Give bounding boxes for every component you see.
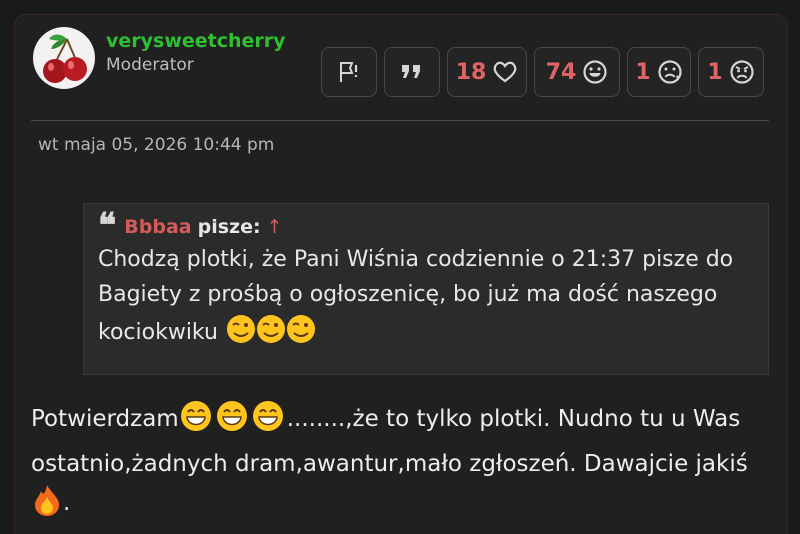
report-button[interactable] [321,47,377,97]
post-text-start: Potwierdzam [31,406,179,432]
quote-mark-icon: ❝ [98,206,117,246]
quote-text: Chodzą plotki, że Pani Wiśnia codziennie… [98,242,754,357]
username[interactable]: verysweetcherry [106,30,286,52]
header-divider [31,120,769,121]
smile-icon [582,59,608,85]
reaction-count: 74 [545,59,577,85]
user-rank: Moderator [106,55,194,75]
grin-emoji-icon [179,399,287,445]
sad-tear-icon [657,59,683,85]
quote-button[interactable] [384,47,440,97]
quote-source-link[interactable]: ↑ [267,216,283,238]
post-container: verysweetcherry Moderator 18 74 1 1 wt m… [14,14,788,534]
post-text-end: . [63,490,71,516]
fire-emoji-icon [31,483,63,529]
quote-says-label: pisze: [197,216,261,238]
quote-body: Chodzą plotki, że Pani Wiśnia codziennie… [98,247,734,345]
heart-icon [492,60,518,84]
flag-icon [336,59,362,85]
reaction-angry-button[interactable]: 1 [698,47,764,97]
reaction-sad-button[interactable]: 1 [627,47,691,97]
reaction-heart-button[interactable]: 18 [447,47,527,97]
quote-header: ❝ Bbbaa pisze: ↑ [98,206,754,246]
angry-icon [729,59,755,85]
quote-author[interactable]: Bbbaa [124,216,191,238]
reaction-count: 1 [635,59,651,85]
post-date: wt maja 05, 2026 10:44 pm [38,135,275,155]
quote-block: ❝ Bbbaa pisze: ↑ Chodzą plotki, że Pani … [83,203,769,375]
reaction-count: 18 [455,59,487,85]
reaction-smile-button[interactable]: 74 [534,47,620,97]
reaction-count: 1 [707,59,723,85]
quote-icon [400,62,424,82]
post-content: Potwierdzam ........,że to tylko plotki. … [31,399,781,529]
cherry-avatar-image [43,34,87,83]
wink-emoji-icon [225,312,317,357]
avatar[interactable] [33,27,95,89]
